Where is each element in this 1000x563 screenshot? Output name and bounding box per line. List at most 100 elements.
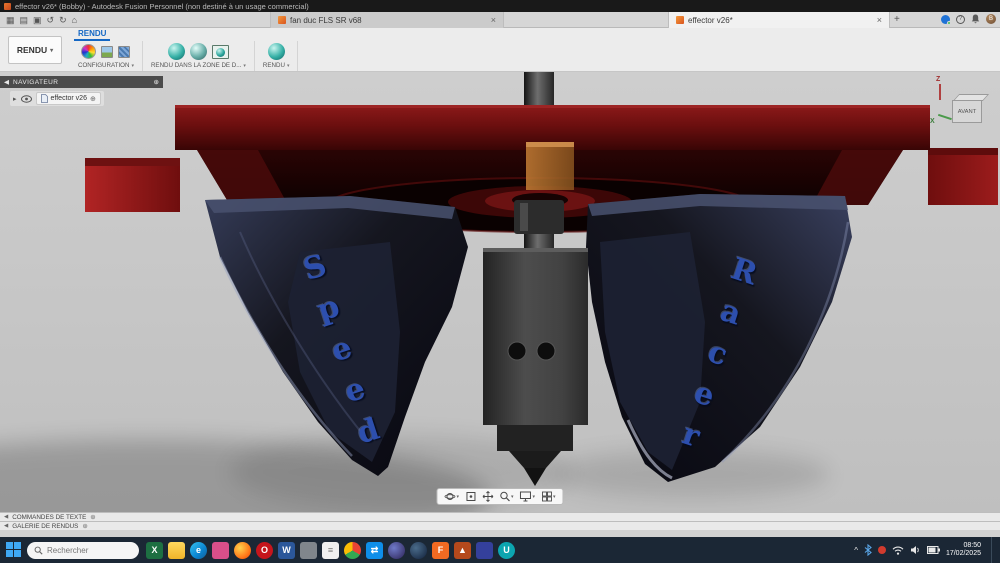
taskbar-clock[interactable]: 08:50 17/02/2025 — [946, 542, 985, 559]
user-avatar[interactable]: B — [986, 14, 996, 24]
chevron-down-icon: ▾ — [131, 62, 134, 69]
capture-image-icon[interactable] — [211, 44, 229, 59]
account-toolbar: ? B — [941, 14, 996, 25]
panel-label: COMMANDES DE TEXTE — [12, 513, 87, 521]
3d-viewport[interactable]: Speed Racer ◀ NAVIGATEUR ⊕ ▸ effector v2… — [0, 72, 1000, 512]
group-label[interactable]: RENDU ▾ — [263, 62, 290, 69]
scene-settings-icon[interactable] — [101, 45, 114, 58]
job-status-icon[interactable] — [941, 14, 951, 25]
look-at-button[interactable] — [465, 491, 476, 502]
pan-button[interactable] — [482, 491, 493, 502]
axis-z-line — [939, 84, 941, 100]
tab-rendu[interactable]: RENDU — [74, 29, 111, 41]
windows-taskbar: Xe OW ≡ ⇄ F ▲ U ^ 08:50 17/02/2025 — [0, 537, 1000, 563]
notifications-bell-icon[interactable] — [971, 14, 980, 24]
panel-label: GALERIE DE RENDUS — [12, 522, 79, 530]
hidden-icons-chevron[interactable]: ^ — [854, 546, 858, 555]
group-render: RENDU ▾ — [255, 41, 299, 71]
collapse-panel-icon[interactable]: ◀ — [4, 523, 8, 529]
workspace-selector-button[interactable]: RENDU ▾ — [8, 36, 62, 64]
panel-options-icon[interactable]: ⊕ — [154, 78, 159, 86]
ribbon-toolbar: RENDU ▾ RENDU CONFIGURATION ▾ RENDU DANS… — [0, 28, 1000, 72]
collapse-panel-icon[interactable]: ◀ — [4, 514, 8, 520]
steam-icon[interactable] — [410, 541, 427, 559]
redo-icon[interactable]: ↻ — [59, 15, 67, 25]
notification-app-icon[interactable] — [877, 546, 886, 554]
visibility-eye-icon[interactable] — [20, 94, 32, 103]
workspace-selector-label: RENDU — [16, 45, 48, 55]
navigator-header[interactable]: ◀ NAVIGATEUR ⊕ — [0, 76, 163, 88]
appearance-color-wheel-icon[interactable] — [81, 44, 97, 59]
bluetooth-icon[interactable] — [864, 544, 872, 556]
eclipse-icon[interactable] — [388, 541, 405, 559]
panel-options-icon[interactable]: ⊕ — [82, 522, 87, 530]
ribbon-tabs: RENDU — [70, 28, 298, 41]
notepad-icon[interactable]: ≡ — [322, 541, 339, 559]
viewport-navigation-bar: ▾ ▾ ▾ ▾ — [436, 488, 564, 505]
search-icon — [34, 546, 43, 555]
edge-icon[interactable]: e — [190, 541, 207, 559]
in-canvas-render-settings-icon[interactable] — [189, 43, 207, 60]
save-icon[interactable]: ▣ — [33, 15, 42, 25]
viewcube[interactable]: Z X AVANT — [930, 76, 990, 136]
document-tab-effector[interactable]: effector v26* × — [668, 12, 890, 28]
render-icon[interactable] — [267, 43, 285, 60]
panel-options-icon[interactable]: ⊕ — [90, 513, 95, 521]
photos-icon[interactable] — [212, 541, 229, 559]
chevron-down-icon: ▾ — [532, 493, 536, 500]
file-explorer-icon[interactable] — [168, 541, 185, 559]
word-icon[interactable]: W — [278, 541, 295, 559]
wifi-icon[interactable] — [892, 546, 904, 555]
camera-icon[interactable] — [300, 541, 317, 559]
group-label[interactable]: CONFIGURATION ▾ — [78, 62, 134, 69]
file-menu-icon[interactable]: ▤ — [20, 15, 29, 25]
collapse-panel-icon[interactable]: ◀ — [4, 78, 9, 86]
start-button[interactable] — [6, 542, 22, 558]
excel-icon[interactable]: X — [146, 541, 163, 559]
viewcube-front-face[interactable]: AVANT — [952, 100, 982, 123]
panel-text-commands[interactable]: ◀ COMMANDES DE TEXTE ⊕ — [0, 512, 1000, 521]
activate-component-icon[interactable]: ⊕ — [90, 95, 96, 103]
root-item-label: effector v26 — [50, 95, 87, 102]
app-grid-icon[interactable]: ▦ — [6, 15, 15, 25]
group-configuration: CONFIGURATION ▾ — [70, 41, 143, 71]
teamviewer-icon[interactable]: ⇄ — [366, 541, 383, 559]
fusion-360-icon[interactable]: F — [432, 541, 449, 559]
new-document-button[interactable]: + — [894, 14, 900, 25]
expand-node-icon[interactable]: ▸ — [13, 95, 17, 103]
home-icon[interactable]: ⌂ — [72, 15, 77, 25]
group-label[interactable]: RENDU DANS LA ZONE DE D... ▾ — [151, 62, 246, 69]
opera-icon[interactable]: O — [256, 541, 273, 559]
show-desktop-button[interactable] — [991, 537, 994, 563]
cura-icon[interactable]: U — [498, 541, 515, 559]
firefox-icon[interactable] — [234, 541, 251, 559]
chrome-icon[interactable] — [344, 541, 361, 559]
close-tab-icon[interactable]: × — [877, 15, 882, 25]
texture-map-icon[interactable] — [118, 45, 131, 58]
navigator-tree: ▸ effector v26 ⊕ — [10, 91, 104, 106]
window-title: effector v26* (Bobby) - Autodesk Fusion … — [15, 1, 309, 11]
in-canvas-render-icon[interactable] — [167, 43, 185, 60]
display-settings-button[interactable]: ▾ — [520, 491, 536, 502]
clock-time: 08:50 — [963, 541, 981, 549]
document-icon — [278, 16, 286, 24]
search-input[interactable] — [47, 545, 127, 555]
undo-icon[interactable]: ↺ — [47, 15, 55, 25]
battery-icon[interactable] — [926, 546, 940, 554]
volume-icon[interactable] — [910, 545, 921, 555]
close-tab-icon[interactable]: × — [491, 15, 496, 25]
status-strip — [0, 530, 1000, 537]
zoom-button[interactable]: ▾ — [499, 491, 514, 502]
document-tab-fan-duct[interactable]: fan duc FLS SR v68 × — [270, 12, 504, 28]
help-icon[interactable]: ? — [956, 14, 965, 24]
component-document-icon — [40, 94, 48, 103]
orbit-button[interactable]: ▾ — [444, 491, 459, 502]
visual-studio-icon[interactable] — [476, 541, 493, 559]
fusion-window: effector v26* (Bobby) - Autodesk Fusion … — [0, 0, 1000, 563]
navigator-root-item[interactable]: effector v26 ⊕ — [35, 92, 101, 105]
panel-render-gallery[interactable]: ◀ GALERIE DE RENDUS ⊕ — [0, 521, 1000, 530]
vlc-icon[interactable]: ▲ — [454, 541, 471, 559]
grid-settings-button[interactable]: ▾ — [541, 491, 556, 502]
taskbar-search[interactable] — [27, 541, 139, 559]
axis-x-label: X — [930, 118, 935, 125]
